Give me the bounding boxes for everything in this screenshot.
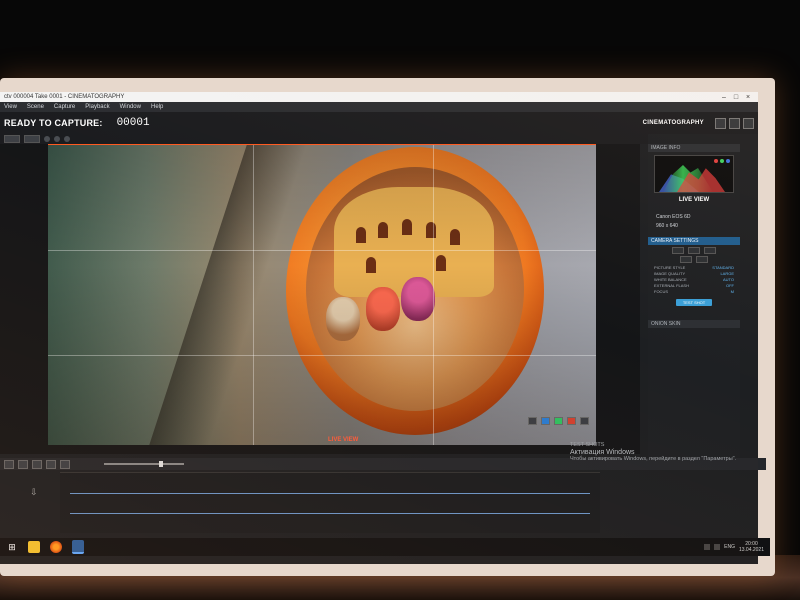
activation-line: Чтобы активировать Windows, перейдите в … bbox=[570, 456, 737, 462]
windows-activation-watermark: TEST SHOTS Активация Windows Чтобы актив… bbox=[570, 442, 736, 463]
camera-resolution: 960 x 640 bbox=[656, 223, 678, 229]
dropdown-icon[interactable] bbox=[580, 417, 589, 425]
timeline-track bbox=[70, 513, 590, 514]
cinematography-app-icon[interactable] bbox=[72, 540, 84, 554]
grid-line bbox=[48, 355, 596, 356]
vignette bbox=[48, 145, 596, 445]
start-icon[interactable]: ⊞ bbox=[6, 542, 18, 553]
channel-toggles bbox=[714, 159, 730, 163]
activation-title: Активация Windows bbox=[570, 449, 635, 456]
screen-content: LIVE VIEW IMAGE INFO LIVE VIEW Canon EOS… bbox=[0, 92, 770, 564]
aperture-dial[interactable] bbox=[672, 247, 684, 254]
grid-line bbox=[48, 250, 596, 251]
capture-toolbar bbox=[0, 134, 648, 144]
overlay-red-button[interactable] bbox=[567, 417, 576, 425]
exposure-dials bbox=[648, 247, 740, 254]
overlay-blue-button[interactable] bbox=[541, 417, 550, 425]
histogram-header[interactable]: IMAGE INFO bbox=[648, 144, 740, 152]
timeline-track bbox=[70, 493, 590, 494]
blue-channel-icon[interactable] bbox=[726, 159, 730, 163]
clock[interactable]: 20:00 13.04.2021 bbox=[739, 541, 764, 553]
loop-button[interactable] bbox=[24, 135, 40, 143]
settings-header[interactable]: CAMERA SETTINGS bbox=[648, 237, 740, 245]
onion-skin-header[interactable]: ONION SKIN bbox=[648, 320, 740, 328]
language-indicator[interactable]: ENG bbox=[724, 544, 735, 550]
frame-view-icon[interactable] bbox=[32, 459, 42, 469]
exposure-dials-2 bbox=[648, 256, 740, 263]
setting-row[interactable]: FOCUS M bbox=[648, 289, 740, 295]
firefox-icon[interactable] bbox=[50, 541, 62, 553]
camera-name: Canon EOS 6D bbox=[656, 214, 691, 220]
view-controls bbox=[528, 417, 589, 425]
step-dial[interactable] bbox=[696, 256, 708, 263]
record-icon[interactable] bbox=[64, 136, 70, 142]
zoom-slider-knob[interactable] bbox=[159, 461, 163, 467]
overlay-green-button[interactable] bbox=[554, 417, 563, 425]
camera-settings: CAMERA SETTINGS PICTURE STYLE STANDARD I… bbox=[648, 237, 740, 306]
grid-line bbox=[253, 145, 254, 445]
cycle-icon[interactable] bbox=[18, 459, 28, 469]
clock-date: 13.04.2021 bbox=[738, 547, 764, 553]
iso-dial[interactable] bbox=[704, 247, 716, 254]
stop-icon[interactable] bbox=[54, 136, 60, 142]
zoom-slider[interactable] bbox=[104, 461, 184, 467]
zoom-icon[interactable] bbox=[528, 417, 537, 425]
taskbar: ⊞ ENG 20:00 13.04.2021 bbox=[0, 538, 770, 556]
import-icon[interactable]: ⇩ bbox=[30, 487, 46, 501]
network-icon[interactable] bbox=[704, 544, 711, 550]
setting-label: FOCUS bbox=[654, 289, 668, 294]
file-explorer-icon[interactable] bbox=[28, 541, 40, 553]
step-dial[interactable] bbox=[680, 256, 692, 263]
grid-view-icon[interactable] bbox=[46, 459, 56, 469]
list-view-icon[interactable] bbox=[60, 459, 70, 469]
camera-info: Canon EOS 6D 960 x 640 bbox=[656, 213, 740, 231]
volume-icon[interactable] bbox=[714, 544, 721, 550]
activation-line: TEST SHOTS bbox=[570, 442, 605, 448]
timeline[interactable] bbox=[60, 472, 600, 533]
grid-line bbox=[433, 145, 434, 445]
shutter-dial[interactable] bbox=[688, 247, 700, 254]
right-panel: IMAGE INFO LIVE VIEW Canon EOS 6D 960 x … bbox=[648, 144, 740, 464]
live-view-caption: LIVE VIEW bbox=[328, 437, 359, 443]
viewport-area: LIVE VIEW bbox=[0, 144, 640, 454]
play-icon[interactable] bbox=[44, 136, 50, 142]
setting-value: M bbox=[730, 289, 734, 294]
onion-skin-button[interactable] bbox=[4, 135, 20, 143]
histogram bbox=[654, 155, 734, 193]
system-tray: ENG 20:00 13.04.2021 bbox=[704, 541, 764, 553]
red-channel-icon[interactable] bbox=[714, 159, 718, 163]
live-view-title: LIVE VIEW bbox=[678, 197, 710, 203]
test-shot-button[interactable]: TEST SHOT bbox=[676, 299, 712, 306]
green-channel-icon[interactable] bbox=[720, 159, 724, 163]
warning-icon[interactable] bbox=[4, 459, 14, 469]
live-view-canvas[interactable]: LIVE VIEW bbox=[48, 144, 596, 445]
